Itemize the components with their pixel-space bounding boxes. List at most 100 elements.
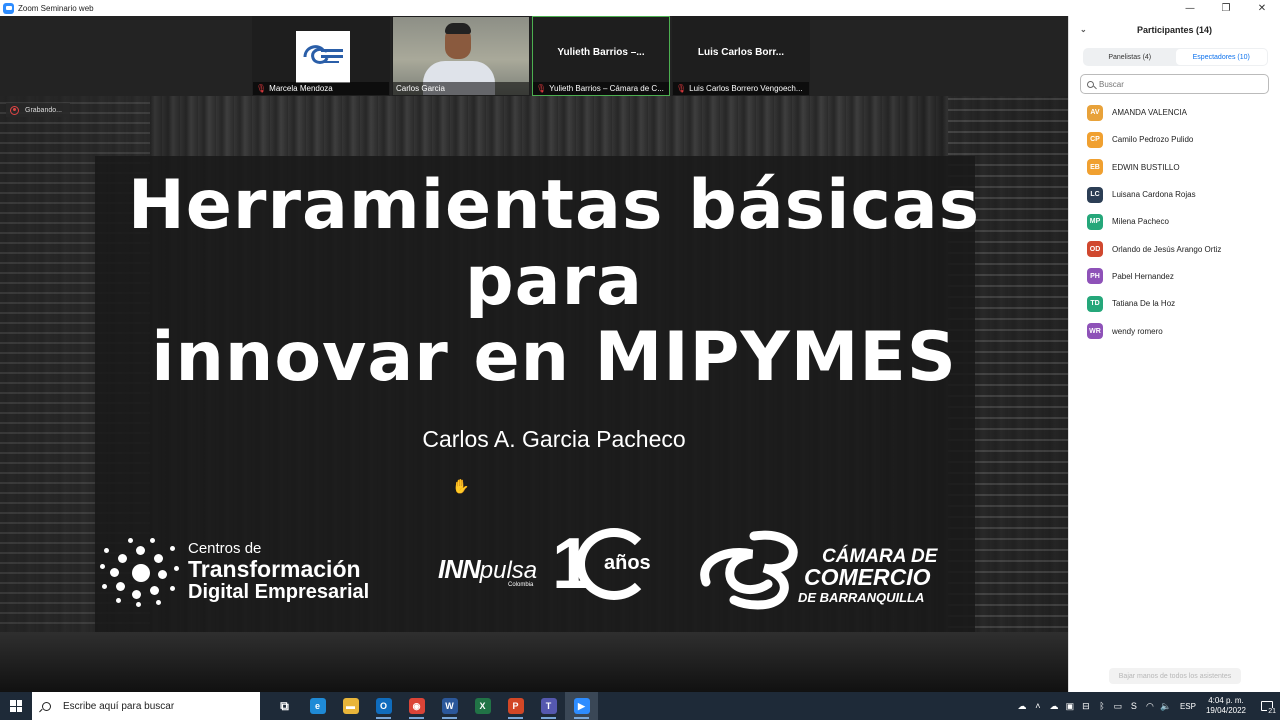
language-indicator[interactable]: ESP bbox=[1180, 702, 1196, 711]
search-icon bbox=[1087, 80, 1094, 88]
collapse-chevron-icon[interactable]: ⌄ bbox=[1080, 25, 1087, 34]
clock-time: 4:04 p. m. bbox=[1208, 696, 1244, 705]
lower-all-hands-button[interactable]: Bajar manos de todos los asistentes bbox=[1109, 668, 1241, 684]
attendee-name: Orlando de Jesús Arango Ortiz bbox=[1112, 244, 1222, 254]
taskbar-app-powerpoint[interactable]: P bbox=[499, 692, 532, 720]
taskbar-app-teams[interactable]: T bbox=[532, 692, 565, 720]
taskbar-app-chrome[interactable]: ◉ bbox=[400, 692, 433, 720]
avatar: LC bbox=[1087, 186, 1103, 203]
taskbar-search-placeholder: Escribe aquí para buscar bbox=[63, 700, 175, 712]
mic-muted-icon: 🎙︎ bbox=[676, 84, 687, 93]
ten-years-anos: años bbox=[604, 552, 651, 574]
thumbnail-name-bar: 🎙︎ Yulieth Barrios – Cámara de C... bbox=[533, 82, 669, 95]
avatar: OD bbox=[1087, 241, 1103, 258]
innpulsa-inn: INN bbox=[438, 554, 481, 584]
thumbnail-name-bar: Carlos Garcia bbox=[393, 82, 529, 95]
attendee-row[interactable]: EB EDWIN BUSTILLO bbox=[1069, 154, 1280, 181]
maximize-button[interactable]: ❐ bbox=[1208, 0, 1244, 16]
recording-label: Grabando... bbox=[25, 106, 62, 114]
taskbar-app-excel[interactable]: X bbox=[466, 692, 499, 720]
participants-search[interactable] bbox=[1080, 74, 1269, 94]
attendee-name: AMANDA VALENCIA bbox=[1112, 108, 1187, 118]
avatar: CP bbox=[1087, 131, 1103, 148]
attendee-name: Camilo Pedrozo Pulido bbox=[1112, 135, 1194, 145]
taskbar-apps: ⧉ e ▬ O ◉ W X P T ▶ bbox=[268, 692, 598, 720]
avatar: TD bbox=[1087, 295, 1103, 312]
attendee-row[interactable]: LC Luisana Cardona Rojas bbox=[1069, 181, 1280, 208]
participants-tabs: Panelistas (4) Espectadores (10) bbox=[1083, 48, 1268, 66]
slide-logos-row: Centros de Transformación Digital Empres… bbox=[100, 526, 960, 616]
participant-big-name: Yulieth Barrios –... bbox=[557, 47, 645, 58]
start-button[interactable] bbox=[0, 692, 32, 720]
attendee-row[interactable]: OD Orlando de Jesús Arango Ortiz bbox=[1069, 235, 1280, 262]
clock-date: 19/04/2022 bbox=[1205, 706, 1246, 715]
attendee-name: Pabel Hernandez bbox=[1112, 271, 1174, 281]
innpulsa-pulsa: pulsa bbox=[479, 557, 538, 584]
chrome-icon: ◉ bbox=[408, 698, 425, 714]
taskbar-app-outlook[interactable]: O bbox=[367, 692, 400, 720]
skype-icon[interactable]: S bbox=[1126, 692, 1142, 720]
attendee-row[interactable]: PH Pabel Hernandez bbox=[1069, 263, 1280, 290]
tab-panelistas[interactable]: Panelistas (4) bbox=[1084, 49, 1176, 65]
ctde-line-1: Centros de bbox=[188, 539, 262, 557]
taskbar-search[interactable]: Escribe aquí para buscar bbox=[32, 692, 260, 720]
participant-name: Carlos Garcia bbox=[396, 84, 445, 93]
volume-icon[interactable]: 🔈 bbox=[1158, 692, 1174, 720]
weather-icon[interactable]: ☁ bbox=[1014, 692, 1030, 720]
attendee-name: Luisana Cardona Rojas bbox=[1112, 190, 1196, 200]
meet-now-icon[interactable]: ▣ bbox=[1062, 692, 1078, 720]
video-thumbnail-carlos[interactable]: Carlos Garcia bbox=[392, 16, 530, 96]
search-icon bbox=[42, 701, 51, 711]
wifi-icon[interactable]: ◠ bbox=[1142, 692, 1158, 720]
thumbnail-name-bar: 🎙︎ Marcela Mendoza bbox=[253, 82, 389, 95]
taskbar-app-file-explorer[interactable]: ▬ bbox=[334, 692, 367, 720]
taskbar-app-zoom[interactable]: ▶ bbox=[565, 692, 598, 720]
video-thumbnail-yulieth[interactable]: Yulieth Barrios –... 🎙︎ Yulieth Barrios … bbox=[532, 16, 670, 96]
notification-center-button[interactable]: 21 bbox=[1254, 692, 1280, 720]
avatar: EB bbox=[1087, 159, 1103, 176]
recording-icon bbox=[10, 105, 19, 115]
attendee-row[interactable]: TD Tatiana De la Hoz bbox=[1069, 290, 1280, 317]
search-input[interactable] bbox=[1099, 79, 1259, 89]
chevron-up-icon[interactable]: ˄ bbox=[1030, 692, 1046, 720]
window-titlebar: Zoom Seminario web — ❐ ✕ bbox=[0, 0, 1280, 16]
taskbar-app-word[interactable]: W bbox=[433, 692, 466, 720]
taskbar-clock[interactable]: 4:04 p. m. 19/04/2022 bbox=[1206, 696, 1246, 716]
slide-title-line-2: para bbox=[465, 242, 643, 321]
notification-count: 21 bbox=[1267, 708, 1277, 715]
edge-icon: e bbox=[309, 698, 326, 714]
slide-title-line-1: Herramientas básicas bbox=[127, 166, 981, 245]
taskbar-app-edge[interactable]: e bbox=[301, 692, 334, 720]
attendee-list: AV AMANDA VALENCIA CP Camilo Pedrozo Pulido… bbox=[1069, 99, 1280, 345]
attendee-row[interactable]: WR wendy romero bbox=[1069, 317, 1280, 344]
participant-name: Yulieth Barrios – Cámara de C... bbox=[549, 84, 664, 93]
recording-indicator[interactable]: Grabando... bbox=[6, 103, 70, 117]
zoom-app-icon bbox=[3, 2, 14, 14]
taskbar-app-task-view[interactable]: ⧉ bbox=[268, 692, 301, 720]
mic-muted-icon: 🎙︎ bbox=[536, 84, 547, 93]
slide-author: Carlos A. Garcia Pacheco bbox=[422, 426, 686, 452]
network-icon[interactable]: ⊟ bbox=[1078, 692, 1094, 720]
ten-years-logo: 1 años bbox=[552, 526, 662, 602]
battery-icon[interactable]: ▭ bbox=[1110, 692, 1126, 720]
attendee-row[interactable]: MP Milena Pacheco bbox=[1069, 208, 1280, 235]
task-view-icon: ⧉ bbox=[280, 698, 289, 713]
onedrive-icon[interactable]: ☁ bbox=[1046, 692, 1062, 720]
camara-line-2: COMERCIO bbox=[804, 564, 931, 590]
mic-muted-icon: 🎙︎ bbox=[256, 84, 267, 93]
minimize-button[interactable]: — bbox=[1172, 0, 1208, 16]
innpulsa-logo: INNpulsa Colombia bbox=[438, 554, 538, 588]
window-controls: — ❐ ✕ bbox=[1172, 0, 1280, 16]
camara-comercio-logo-thumbnail bbox=[296, 31, 350, 83]
attendee-row[interactable]: AV AMANDA VALENCIA bbox=[1069, 99, 1280, 126]
teams-icon: T bbox=[540, 698, 557, 714]
camara-comercio-barranquilla-logo: CÁMARA DE COMERCIO DE BARRANQUILLA bbox=[698, 526, 958, 616]
tab-espectadores[interactable]: Espectadores (10) bbox=[1175, 49, 1267, 65]
video-thumbnail-luis[interactable]: Luis Carlos Borr... 🎙︎ Luis Carlos Borre… bbox=[672, 16, 810, 96]
attendee-row[interactable]: CP Camilo Pedrozo Pulido bbox=[1069, 126, 1280, 153]
ctde-line-2: Transformación bbox=[188, 555, 361, 582]
camara-swirl-icon bbox=[700, 530, 798, 610]
bluetooth-icon[interactable]: ᛒ bbox=[1094, 692, 1110, 720]
close-button[interactable]: ✕ bbox=[1244, 0, 1280, 16]
video-thumbnail-marcela[interactable]: 🎙︎ Marcela Mendoza bbox=[252, 16, 390, 96]
